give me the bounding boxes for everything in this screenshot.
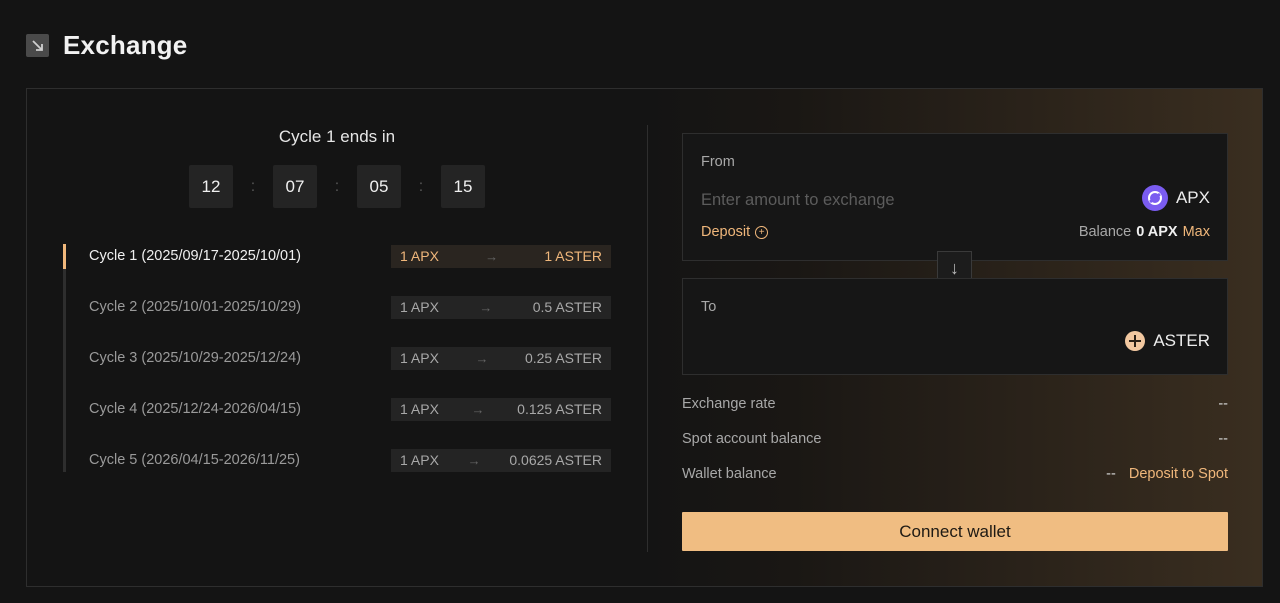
arrow-right-icon: → bbox=[467, 452, 481, 468]
cycle-row-5: Cycle 5 (2026/04/15-2026/11/25) 1 APX → … bbox=[89, 448, 611, 472]
spot-balance-label: Spot account balance bbox=[682, 431, 822, 447]
countdown-days: 12 bbox=[189, 165, 233, 208]
page-title: Exchange bbox=[63, 30, 188, 60]
cycle-rate: 1 APX → 0.5 ASTER bbox=[391, 295, 611, 319]
cycle-rate: 1 APX → 0.0625 ASTER bbox=[391, 448, 611, 472]
arrow-right-icon: → bbox=[475, 350, 489, 366]
rate-to: 0.0625 ASTER bbox=[509, 452, 602, 468]
deposit-label: Deposit bbox=[701, 224, 751, 240]
cycle-rate: 1 APX → 1 ASTER bbox=[391, 244, 611, 268]
countdown-separator: : bbox=[418, 177, 424, 195]
arrow-down-icon: ↓ bbox=[950, 258, 959, 278]
rate-from: 1 APX bbox=[400, 248, 439, 264]
exchange-rate-value: -- bbox=[1218, 396, 1228, 412]
wallet-balance-row: Wallet balance -- Deposit to Spot bbox=[682, 466, 1228, 482]
to-label: To bbox=[701, 299, 717, 315]
cycle-row-2: Cycle 2 (2025/10/01-2025/10/29) 1 APX → … bbox=[89, 295, 611, 319]
rate-to: 1 ASTER bbox=[544, 248, 602, 264]
cycle-row-3: Cycle 3 (2025/10/29-2025/12/24) 1 APX → … bbox=[89, 346, 611, 370]
rate-to: 0.25 ASTER bbox=[524, 350, 602, 366]
amount-input[interactable] bbox=[701, 188, 1061, 212]
aster-logo-icon bbox=[1125, 331, 1146, 351]
cycle-label: Cycle 4 (2025/12/24-2026/04/15) bbox=[89, 401, 302, 417]
apx-logo-icon bbox=[1141, 185, 1168, 211]
to-card: To ASTER bbox=[682, 278, 1228, 375]
from-label: From bbox=[701, 154, 735, 170]
deposit-link[interactable]: Deposit + bbox=[701, 224, 769, 240]
rate-from: 1 APX bbox=[400, 350, 439, 366]
to-token-name: ASTER bbox=[1153, 331, 1210, 350]
rate-to: 0.5 ASTER bbox=[532, 299, 602, 315]
cycle-rate: 1 APX → 0.125 ASTER bbox=[391, 397, 611, 421]
rate-to: 0.125 ASTER bbox=[517, 401, 602, 417]
rate-from: 1 APX bbox=[400, 299, 439, 315]
arrow-right-icon: → bbox=[479, 299, 493, 315]
countdown-minutes: 05 bbox=[357, 165, 401, 208]
arrow-right-icon: → bbox=[471, 401, 485, 417]
rate-from: 1 APX bbox=[400, 401, 439, 417]
arrow-down-right-icon bbox=[26, 34, 49, 57]
exchange-rate-label: Exchange rate bbox=[682, 396, 776, 412]
cycle-label: Cycle 3 (2025/10/29-2025/12/24) bbox=[89, 350, 302, 366]
column-divider bbox=[647, 125, 648, 552]
cycle-row-1: Cycle 1 (2025/09/17-2025/10/01) 1 APX → … bbox=[89, 244, 611, 268]
cycle-progress-track bbox=[63, 244, 66, 472]
cycle-progress-active bbox=[63, 244, 66, 269]
cycle-label: Cycle 2 (2025/10/01-2025/10/29) bbox=[89, 299, 302, 315]
spot-balance-row: Spot account balance -- bbox=[682, 431, 1228, 447]
exchange-panel: Cycle 1 ends in 12 : 07 : 05 : 15 Cycle … bbox=[26, 88, 1263, 587]
countdown-separator: : bbox=[250, 177, 256, 195]
cycle-schedule: Cycle 1 ends in 12 : 07 : 05 : 15 Cycle … bbox=[27, 89, 647, 586]
from-token-name: APX bbox=[1175, 188, 1210, 207]
balance-label: Balance bbox=[1078, 224, 1132, 240]
countdown-separator: : bbox=[334, 177, 340, 195]
from-card: From APX Deposit + Balance 0 APX Max bbox=[682, 133, 1228, 261]
deposit-to-spot-link[interactable]: Deposit to Spot bbox=[1129, 466, 1228, 482]
balance-value: 0 APX bbox=[1136, 224, 1178, 240]
from-token-select[interactable]: APX bbox=[1141, 185, 1210, 211]
page-header: Exchange bbox=[26, 30, 187, 61]
max-button[interactable]: Max bbox=[1183, 224, 1210, 240]
wallet-balance-label: Wallet balance bbox=[682, 466, 777, 482]
countdown-hours: 07 bbox=[273, 165, 317, 208]
exchange-rate-row: Exchange rate -- bbox=[682, 396, 1228, 412]
countdown-seconds: 15 bbox=[441, 165, 485, 208]
connect-wallet-button[interactable]: Connect wallet bbox=[682, 512, 1228, 551]
countdown-label: Cycle 1 ends in bbox=[278, 127, 396, 146]
arrow-right-icon: → bbox=[485, 248, 499, 264]
countdown-timer: 12 : 07 : 05 : 15 bbox=[189, 165, 485, 208]
cycle-label: Cycle 1 (2025/09/17-2025/10/01) bbox=[89, 248, 302, 264]
cycle-row-4: Cycle 4 (2025/12/24-2026/04/15) 1 APX → … bbox=[89, 397, 611, 421]
cycle-rate: 1 APX → 0.25 ASTER bbox=[391, 346, 611, 370]
rate-from: 1 APX bbox=[400, 452, 439, 468]
to-token-select[interactable]: ASTER bbox=[1125, 331, 1210, 351]
wallet-balance-value: -- bbox=[1106, 466, 1116, 482]
cycle-label: Cycle 5 (2026/04/15-2026/11/25) bbox=[89, 452, 300, 468]
balance-line: Balance 0 APX Max bbox=[1079, 224, 1210, 240]
plus-circle-icon: + bbox=[755, 225, 769, 239]
spot-balance-value: -- bbox=[1218, 431, 1228, 447]
